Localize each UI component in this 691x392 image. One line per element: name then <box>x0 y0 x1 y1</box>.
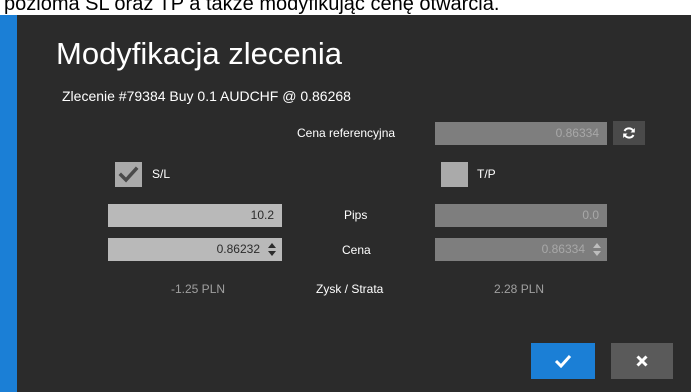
confirm-button[interactable] <box>531 343 595 379</box>
spinner-arrows-icon <box>593 243 601 256</box>
document-caption: pozioma SL oraz TP a także modyfikując c… <box>4 0 500 15</box>
sl-pips-value: 10.2 <box>250 208 274 222</box>
tp-pips-input: 0.0 <box>435 204 607 227</box>
pips-label: Pips <box>344 208 368 222</box>
reference-price-field: 0.86334 <box>435 122 607 145</box>
cancel-button[interactable] <box>611 343 673 379</box>
reference-price-value: 0.86334 <box>555 126 599 140</box>
tp-price-value: 0.86334 <box>541 242 585 256</box>
spinner-arrows-icon[interactable] <box>268 243 276 256</box>
tp-price-stepper: 0.86334 <box>435 238 607 261</box>
modify-order-dialog: Modyfikacja zlecenia Zlecenie #79384 Buy… <box>0 15 691 392</box>
sl-label: S/L <box>152 167 171 181</box>
checkmark-icon <box>118 166 139 183</box>
dialog-title: Modyfikacja zlecenia <box>56 36 343 71</box>
dialog-accent-bar <box>0 15 17 392</box>
sl-checkbox[interactable] <box>115 162 142 187</box>
refresh-icon <box>623 127 635 139</box>
tp-pips-value: 0.0 <box>582 208 599 222</box>
reference-price-label: Cena referencyjna <box>297 126 396 140</box>
tp-label: T/P <box>477 167 496 181</box>
price-label: Cena <box>342 243 371 257</box>
order-info: Zlecenie #79384 Buy 0.1 AUDCHF @ 0.86268 <box>62 88 351 104</box>
sl-price-value: 0.86232 <box>216 242 260 256</box>
profit-loss-label: Zysk / Strata <box>316 282 384 296</box>
sl-pips-input[interactable]: 10.2 <box>108 204 282 227</box>
close-x-icon <box>636 355 648 367</box>
checkmark-icon <box>554 354 572 368</box>
tp-checkbox[interactable] <box>441 162 468 187</box>
refresh-reference-button[interactable] <box>613 121 645 145</box>
tp-profit-value: 2.28 PLN <box>494 282 545 296</box>
sl-profit-value: -1.25 PLN <box>171 282 226 296</box>
sl-price-stepper[interactable]: 0.86232 <box>108 238 282 261</box>
